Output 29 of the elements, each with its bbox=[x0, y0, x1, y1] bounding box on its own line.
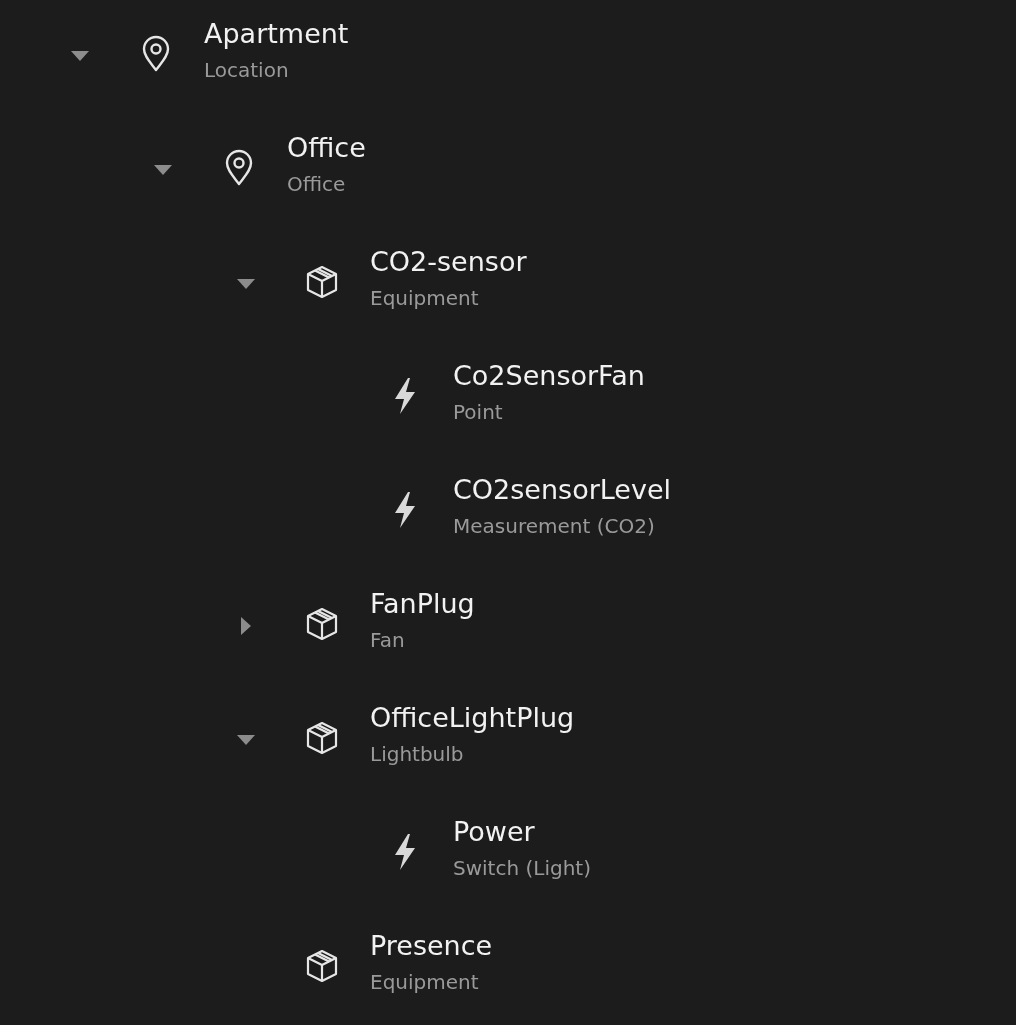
item-title[interactable]: Power bbox=[453, 814, 535, 850]
item-type: Measurement (CO2) bbox=[453, 513, 655, 540]
caret-right-icon[interactable] bbox=[240, 616, 252, 636]
item-type: Office bbox=[287, 171, 346, 198]
item-title[interactable]: Presence bbox=[370, 928, 493, 964]
box-icon bbox=[304, 264, 340, 300]
item-title[interactable]: FanPlug bbox=[370, 586, 475, 622]
caret-down-icon[interactable] bbox=[153, 164, 173, 176]
item-title[interactable]: Apartment bbox=[204, 16, 349, 52]
caret-down-icon[interactable] bbox=[236, 734, 256, 746]
location-pin-icon bbox=[224, 149, 254, 187]
box-icon bbox=[304, 606, 340, 642]
item-type: Switch (Light) bbox=[453, 855, 591, 882]
caret-down-icon[interactable] bbox=[70, 50, 90, 62]
caret-down-icon[interactable] bbox=[236, 278, 256, 290]
item-title[interactable]: CO2sensorLevel bbox=[453, 472, 672, 508]
box-icon bbox=[304, 948, 340, 984]
item-title[interactable]: CO2-sensor bbox=[370, 244, 527, 280]
item-type: Lightbulb bbox=[370, 741, 464, 768]
item-title[interactable]: OfficeLightPlug bbox=[370, 700, 575, 736]
item-type: Equipment bbox=[370, 969, 479, 996]
item-type: Point bbox=[453, 399, 503, 426]
item-title[interactable]: Office bbox=[287, 130, 366, 166]
item-type: Fan bbox=[370, 627, 405, 654]
item-title[interactable]: Co2SensorFan bbox=[453, 358, 645, 394]
item-type: Equipment bbox=[370, 285, 479, 312]
item-type: Location bbox=[204, 57, 289, 84]
box-icon bbox=[304, 720, 340, 756]
location-pin-icon bbox=[141, 35, 171, 73]
